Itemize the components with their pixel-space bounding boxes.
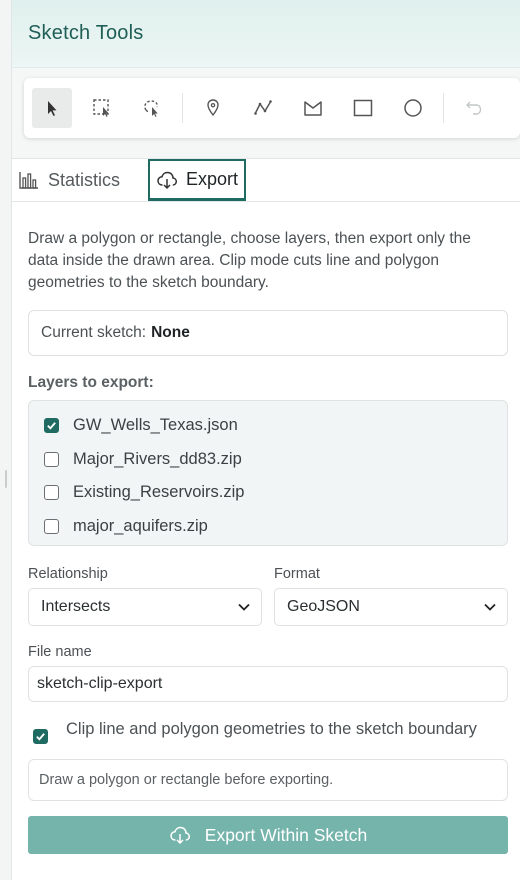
format-field: Format GeoJSON	[274, 566, 508, 626]
sketch-tools-panel: Sketch Tools Statistics Export Draw a po…	[12, 0, 520, 880]
polyline-tool-button[interactable]	[243, 88, 283, 128]
layer-checkbox[interactable]	[44, 485, 59, 501]
rectangle-icon	[353, 99, 373, 117]
file-name-value: sketch-clip-export	[37, 675, 163, 692]
toolbar-area	[12, 68, 520, 158]
export-button-label: Export Within Sketch	[204, 824, 368, 845]
layer-checkbox[interactable]	[44, 418, 59, 434]
undo-tool-button[interactable]	[454, 88, 494, 128]
layer-name: Existing_Reservoirs.zip	[73, 483, 245, 502]
toolbar-separator	[443, 93, 444, 123]
rectangle-select-icon	[93, 99, 109, 117]
rectangle-select-tool-button[interactable]	[82, 88, 122, 128]
panel-title: Sketch Tools	[28, 22, 144, 44]
lasso-select-tool-button[interactable]	[132, 88, 172, 128]
chevron-down-icon	[484, 603, 496, 611]
layer-checkbox[interactable]	[44, 518, 59, 534]
tab-bar: Statistics Export	[12, 158, 520, 202]
bar-chart-icon	[19, 172, 38, 189]
relationship-format-row: Relationship Intersects Format GeoJSON	[28, 566, 508, 626]
clip-checkbox[interactable]	[33, 729, 48, 744]
chevron-down-icon	[238, 603, 250, 611]
layer-name: GW_Wells_Texas.json	[73, 416, 238, 435]
export-notice-text: Draw a polygon or rectangle before expor…	[39, 772, 334, 788]
clip-option[interactable]: Clip line and polygon geometries to the …	[28, 719, 498, 744]
layer-checkbox[interactable]	[44, 451, 59, 467]
current-sketch-label: Current sketch:	[41, 324, 147, 341]
tab-statistics-label: Statistics	[48, 169, 121, 190]
polygon-icon	[304, 101, 322, 116]
circle-tool-button[interactable]	[393, 88, 433, 128]
export-content: Draw a polygon or rectangle, choose laye…	[12, 228, 520, 854]
format-label: Format	[274, 566, 320, 582]
clip-label: Clip line and polygon geometries to the …	[66, 720, 477, 738]
relationship-label: Relationship	[28, 566, 108, 582]
current-sketch-box: Current sketch: None	[28, 310, 508, 356]
layer-name: Major_Rivers_dd83.zip	[73, 449, 242, 468]
export-notice: Draw a polygon or rectangle before expor…	[28, 759, 508, 801]
format-value: GeoJSON	[287, 598, 360, 615]
map-pin-icon	[207, 99, 219, 117]
polyline-icon	[254, 100, 272, 115]
layers-label: Layers to export:	[28, 374, 154, 391]
export-description: Draw a polygon or rectangle, choose laye…	[28, 230, 471, 291]
lasso-select-icon	[144, 100, 158, 117]
relationship-select[interactable]: Intersects	[28, 588, 262, 626]
select-tool-button[interactable]	[32, 88, 72, 128]
current-sketch-value: None	[151, 324, 190, 341]
panel-header: Sketch Tools	[12, 0, 520, 68]
layer-item[interactable]: Existing_Reservoirs.zip	[44, 476, 507, 510]
check-icon	[36, 733, 45, 741]
check-icon	[47, 422, 56, 430]
tab-export[interactable]: Export	[148, 159, 247, 201]
cloud-download-icon	[170, 826, 190, 845]
layer-item[interactable]: GW_Wells_Texas.json	[44, 409, 507, 443]
circle-icon	[404, 99, 422, 117]
left-rail	[0, 0, 12, 880]
tab-export-label: Export	[186, 169, 239, 189]
export-within-sketch-button[interactable]: Export Within Sketch	[28, 816, 508, 854]
undo-icon	[466, 101, 482, 115]
sketch-toolbar	[24, 78, 520, 138]
layer-item[interactable]: Major_Rivers_dd83.zip	[44, 443, 507, 477]
toolbar-separator	[182, 93, 183, 123]
layers-list: GW_Wells_Texas.json Major_Rivers_dd83.zi…	[28, 400, 508, 546]
relationship-field: Relationship Intersects	[28, 566, 262, 626]
relationship-value: Intersects	[41, 598, 111, 615]
cloud-download-icon	[157, 171, 178, 189]
point-tool-button[interactable]	[193, 88, 233, 128]
polygon-tool-button[interactable]	[293, 88, 333, 128]
layer-item[interactable]: major_aquifers.zip	[44, 510, 507, 544]
resize-handle[interactable]	[5, 470, 7, 488]
file-name-label: File name	[28, 644, 92, 660]
tab-statistics[interactable]: Statistics	[12, 159, 126, 201]
layer-name: major_aquifers.zip	[73, 516, 208, 535]
cursor-arrow-icon	[48, 101, 57, 116]
file-name-input[interactable]: sketch-clip-export	[28, 666, 508, 702]
format-select[interactable]: GeoJSON	[274, 588, 508, 626]
rectangle-tool-button[interactable]	[343, 88, 383, 128]
